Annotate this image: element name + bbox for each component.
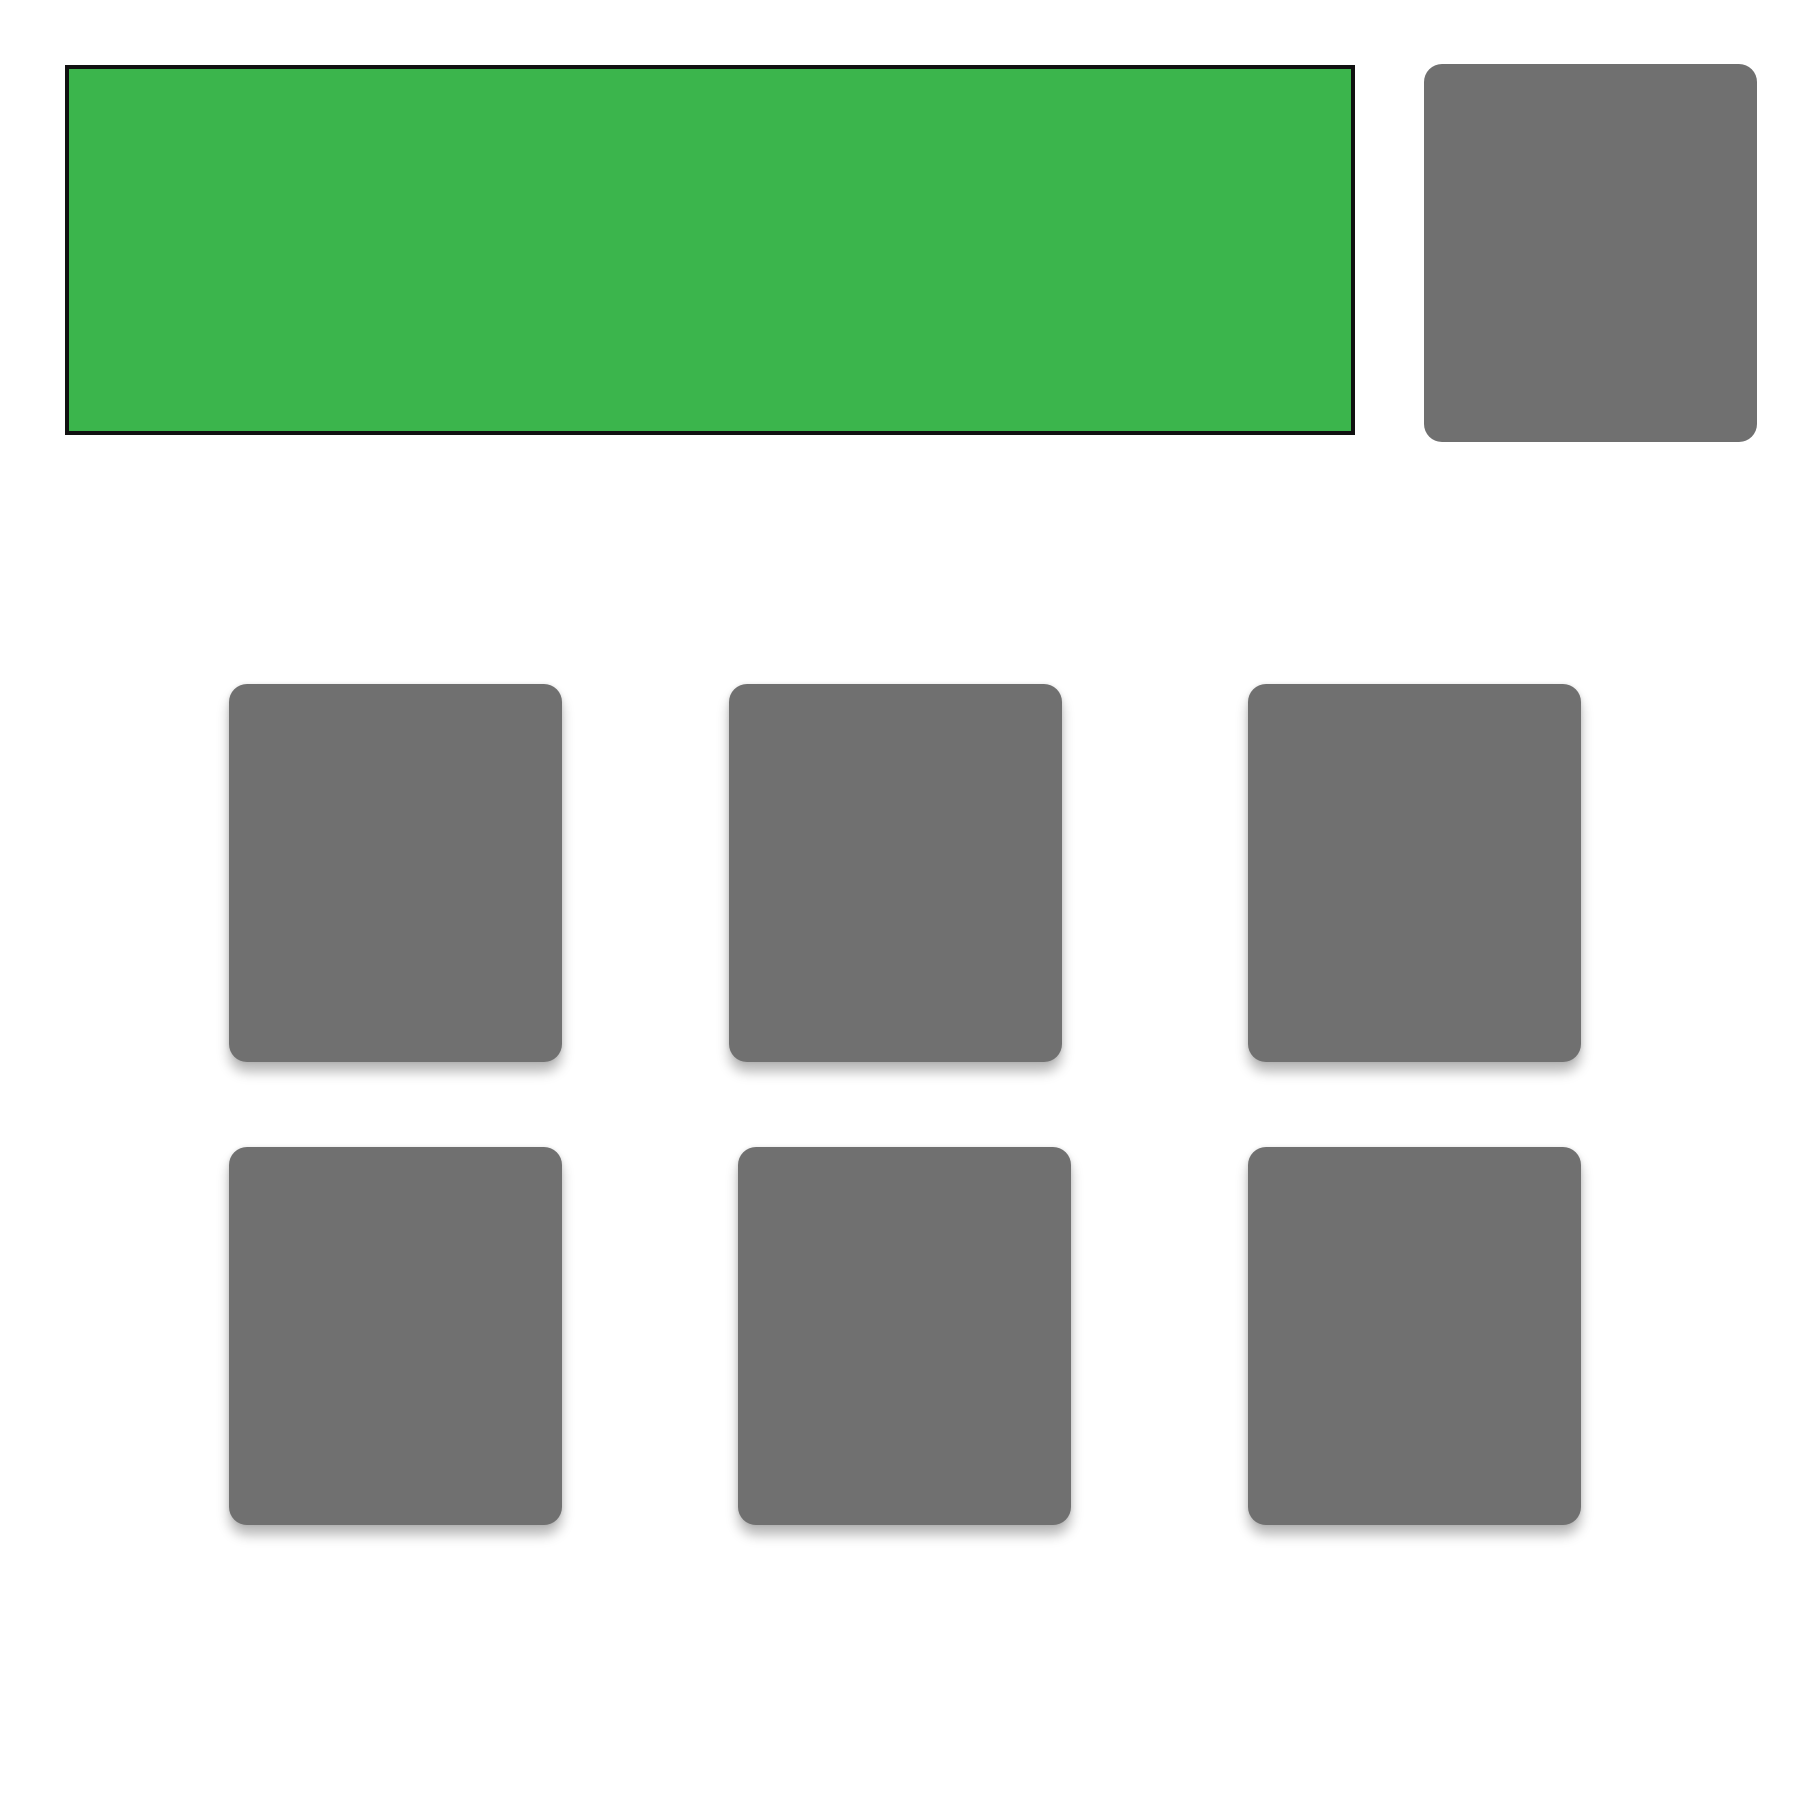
top-right-key[interactable] (1424, 64, 1757, 442)
grid-key-6[interactable] (1248, 1147, 1581, 1525)
grid-key-1[interactable] (229, 684, 562, 1062)
grid-key-2[interactable] (729, 684, 1062, 1062)
display-panel (65, 65, 1355, 435)
grid-key-3[interactable] (1248, 684, 1581, 1062)
grid-key-4[interactable] (229, 1147, 562, 1525)
grid-key-5[interactable] (738, 1147, 1071, 1525)
keypad-screen (0, 0, 1800, 1800)
